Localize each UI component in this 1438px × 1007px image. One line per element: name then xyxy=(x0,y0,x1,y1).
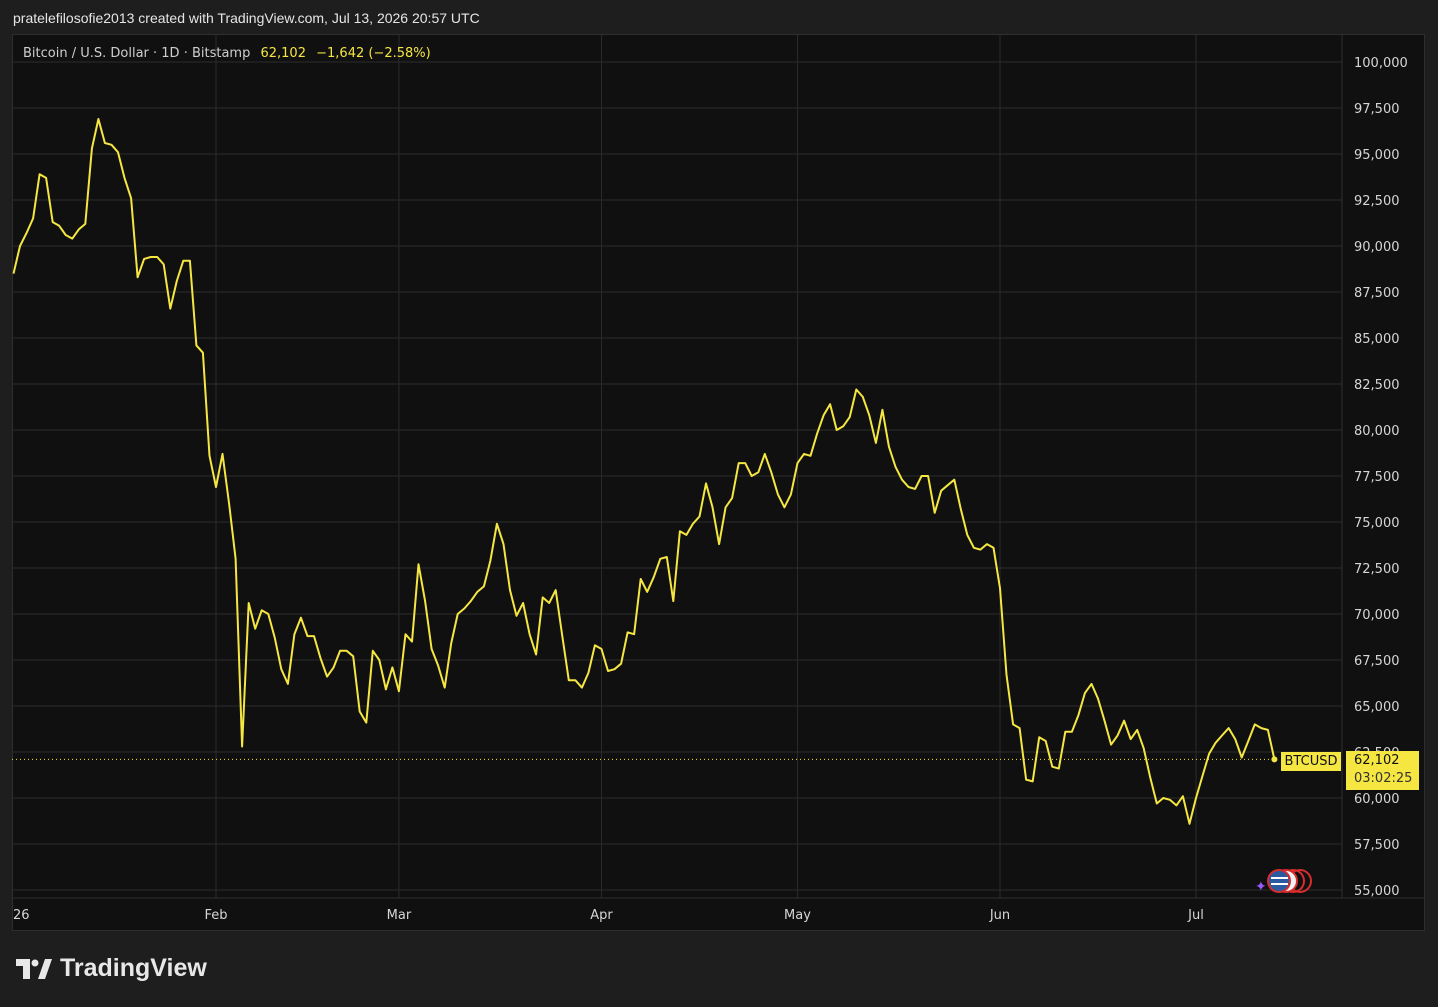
legend-change: −1,642 (−2.58%) xyxy=(316,46,431,61)
y-tick-label: 90,000 xyxy=(1354,240,1400,255)
y-tick-label: 57,500 xyxy=(1354,838,1400,853)
y-tick-label: 97,500 xyxy=(1354,102,1400,117)
us-flag-icon[interactable] xyxy=(1267,869,1291,893)
y-tick-label: 80,000 xyxy=(1354,424,1400,439)
x-tick-label: Jun xyxy=(989,908,1010,923)
y-tick-label: 87,500 xyxy=(1354,286,1400,301)
x-tick-label: Mar xyxy=(387,908,412,923)
price-tag-countdown: 03:02:25 xyxy=(1354,771,1413,786)
y-tick-label: 100,000 xyxy=(1354,56,1408,71)
sparkle-icon[interactable]: ✦ xyxy=(1255,878,1267,894)
price-tag[interactable]: 62,102 03:02:25 xyxy=(1346,751,1419,790)
price-tag-value: 62,102 xyxy=(1354,753,1400,768)
brand-name: TradingView xyxy=(60,954,207,982)
y-tick-label: 82,500 xyxy=(1354,378,1400,393)
symbol-description: Bitcoin / U.S. Dollar · 1D · Bitstamp xyxy=(23,46,251,61)
y-tick-label: 77,500 xyxy=(1354,470,1400,485)
x-tick-label: May xyxy=(784,908,811,923)
y-tick-label: 60,000 xyxy=(1354,792,1400,807)
x-tick-label: Feb xyxy=(204,908,227,923)
price-chart[interactable]: 100,000 97,500 95,000 92,500 90,000 87,500 85,… xyxy=(0,0,1438,1007)
x-tick-label: Jul xyxy=(1187,908,1204,923)
symbol-tag[interactable]: BTCUSD xyxy=(1281,752,1341,771)
y-tick-label: 92,500 xyxy=(1354,194,1400,209)
y-tick-label: 75,000 xyxy=(1354,516,1400,531)
legend-last-price: 62,102 xyxy=(260,46,306,61)
tradingview-logo[interactable]: TradingView xyxy=(16,954,207,983)
last-price-dot xyxy=(1271,756,1278,763)
time-axis: 26 Feb Mar Apr May Jun Jul xyxy=(13,908,1204,923)
y-tick-label: 65,000 xyxy=(1354,700,1400,715)
y-tick-label: 95,000 xyxy=(1354,148,1400,163)
y-tick-label: 67,500 xyxy=(1354,654,1400,669)
y-tick-label: 72,500 xyxy=(1354,562,1400,577)
y-tick-label: 55,000 xyxy=(1354,884,1400,899)
y-tick-label: 70,000 xyxy=(1354,608,1400,623)
x-tick-label: Apr xyxy=(590,908,613,923)
x-tick-label: 26 xyxy=(13,908,30,923)
y-tick-label: 85,000 xyxy=(1354,332,1400,347)
price-series-line xyxy=(12,118,1276,825)
tradingview-logo-icon xyxy=(16,958,52,979)
chart-legend: Bitcoin / U.S. Dollar · 1D · Bitstamp 62… xyxy=(23,46,431,61)
